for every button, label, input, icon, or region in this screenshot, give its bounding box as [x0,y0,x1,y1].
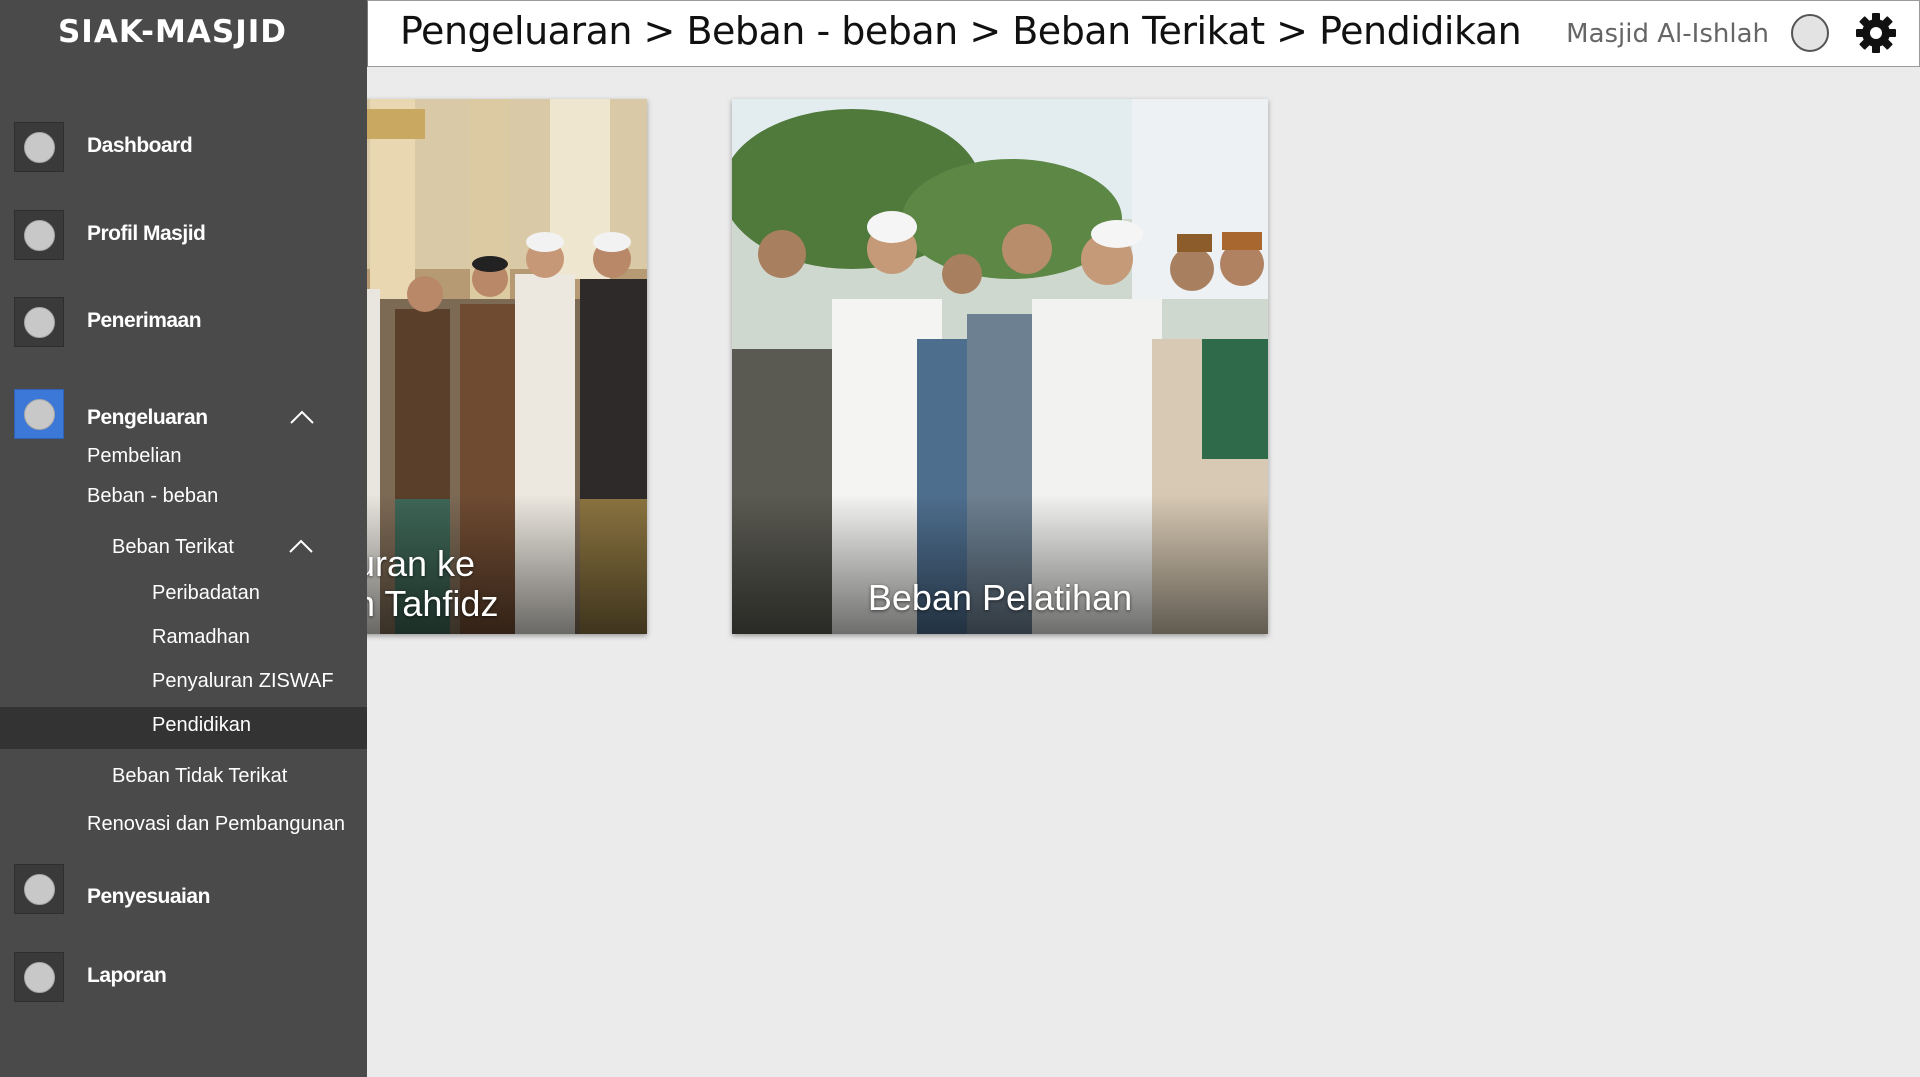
pengeluaran-icon [14,389,64,439]
card-caption-line: uran ke [355,543,476,584]
sidebar-subitem-beban-tidak-terikat[interactable]: Beban Tidak Terikat [112,765,287,788]
sidebar-item-penerimaan[interactable]: Penerimaan [0,297,367,353]
sidebar-subitem-renovasi[interactable]: Renovasi dan Pembangunan [87,813,345,836]
sidebar-item-label: Pengeluaran [87,406,208,429]
avatar[interactable] [1791,14,1829,52]
profil-icon [14,210,64,260]
chevron-up-icon[interactable] [288,538,314,554]
breadcrumb: Pengeluaran > Beban - beban > Beban Teri… [400,9,1522,53]
sidebar-item-label: Profil Masjid [87,222,206,245]
sidebar-subitem-penyaluran-ziswaf[interactable]: Penyaluran ZISWAF [152,670,334,693]
penerimaan-icon [14,297,64,347]
laporan-icon [14,952,64,1002]
sidebar-subitem-label: Pendidikan [152,714,251,736]
sidebar-subitem-beban-terikat[interactable]: Beban Terikat [0,532,367,562]
card-beban-pelatihan[interactable]: Beban Pelatihan [732,99,1268,634]
sidebar-item-pengeluaran[interactable]: Pengeluaran [0,389,367,445]
sidebar-item-dashboard[interactable]: Dashboard [0,122,367,178]
card-caption: uran ke n Tahfidz [355,544,498,624]
chevron-up-icon[interactable] [289,409,315,425]
sidebar-item-label: Dashboard [87,134,193,157]
sidebar-subitem-ramadhan[interactable]: Ramadhan [152,626,250,649]
penyesuaian-icon [14,864,64,914]
sidebar: SIAK-MASJID Dashboard Profil Masjid Pene… [0,0,367,1077]
card-caption-line: n Tahfidz [355,583,499,624]
card-caption: Beban Pelatihan [867,577,1133,618]
dashboard-icon [14,122,64,172]
sidebar-subitem-peribadatan[interactable]: Peribadatan [152,582,260,605]
sidebar-item-label: Penerimaan [87,309,202,332]
mosque-name: Masjid Al-Ishlah [1566,19,1769,49]
sidebar-subitem-pembelian[interactable]: Pembelian [87,445,182,468]
sidebar-item-penyesuaian[interactable]: Penyesuaian [0,864,367,920]
sidebar-subitem-beban[interactable]: Beban - beban [87,485,218,508]
sidebar-item-label: Laporan [87,964,167,987]
top-bar: Pengeluaran > Beban - beban > Beban Teri… [367,0,1920,67]
sidebar-item-profil-masjid[interactable]: Profil Masjid [0,210,367,266]
sidebar-item-laporan[interactable]: Laporan [0,952,367,1008]
app-brand: SIAK-MASJID [57,14,287,50]
sidebar-subitem-label: Beban Terikat [112,536,234,558]
gear-icon[interactable] [1855,12,1897,54]
sidebar-item-label: Penyesuaian [87,885,210,908]
sidebar-subitem-pendidikan[interactable]: Pendidikan [0,707,367,749]
